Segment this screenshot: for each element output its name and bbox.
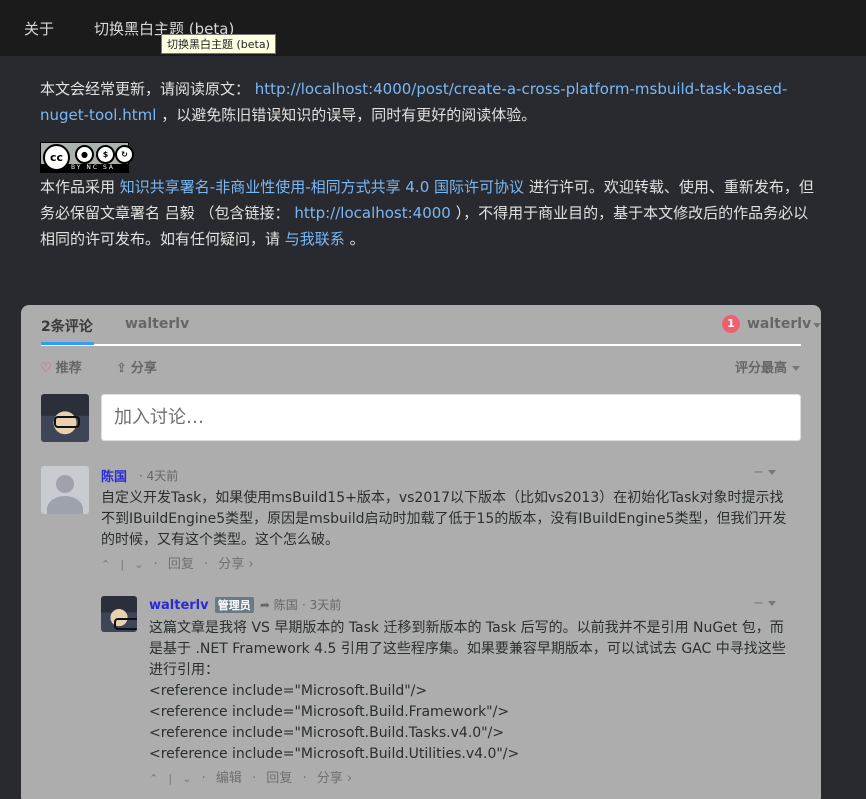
cc-nc-icon: $ <box>96 145 115 164</box>
recommend-button[interactable]: ♡ 推荐 <box>40 357 82 376</box>
comment-author[interactable]: walterlv <box>149 598 209 613</box>
cc-license-badge[interactable]: cc ● $ ↻ BY NC SA <box>40 142 134 173</box>
upvote-icon[interactable]: ⌃ <box>101 558 110 571</box>
recommend-label: 推荐 <box>55 361 82 376</box>
comment-time[interactable]: · 3天前 <box>302 598 341 612</box>
cc-badge-labels: BY NC SA <box>71 164 115 171</box>
current-user-avatar[interactable] <box>41 394 89 442</box>
license-link[interactable]: 知识共享署名-非商业性使用-相同方式共享 4.0 国际许可协议 <box>120 178 524 196</box>
license-end: 。 <box>349 230 365 248</box>
user-menu[interactable]: walterlv <box>747 316 811 332</box>
license-text: 本作品采用 知识共享署名-非商业性使用-相同方式共享 4.0 国际许可协议 进行… <box>40 174 820 252</box>
comment-body: 自定义开发Task，如果使用msBuild15+版本，vs2017以下版本（比如… <box>101 490 787 548</box>
code-line: <reference include="Microsoft.Build.Util… <box>149 746 520 762</box>
author-url-link[interactable]: http://localhost:4000 <box>294 204 451 222</box>
comment-input[interactable] <box>102 395 800 440</box>
nav-about-link[interactable]: 关于 <box>24 18 54 39</box>
comment-time[interactable]: · 4天前 <box>139 467 178 484</box>
share-comment-button[interactable]: 分享 › <box>317 771 352 786</box>
collapse-button[interactable]: − <box>753 465 777 480</box>
notice-suffix: ，以避免陈旧错误知识的误导，同时有更好的阅读体验。 <box>161 106 537 124</box>
edit-button[interactable]: 编辑 <box>216 771 242 786</box>
reply-header: walterlv 管理员 ➦ 陈国 · 3天前 <box>149 596 341 613</box>
share-icon: ⇪ <box>116 361 127 376</box>
collapse-button[interactable]: − <box>753 596 777 611</box>
comments-tabs: 2条评论 walterlv 1 walterlv <box>41 305 821 346</box>
sort-dropdown[interactable]: 评分最高 <box>735 357 800 376</box>
license-prefix: 本作品采用 <box>40 178 116 196</box>
reply-to[interactable]: ➦ 陈国 <box>260 598 298 612</box>
cc-sa-icon: ↻ <box>115 145 134 164</box>
notification-badge[interactable]: 1 <box>722 315 740 333</box>
avatar[interactable] <box>41 466 89 514</box>
downvote-icon[interactable]: ⌄ <box>134 558 143 571</box>
divider: | <box>120 558 125 571</box>
code-line: <reference include="Microsoft.Build.Task… <box>149 725 505 741</box>
share-comment-button[interactable]: 分享 › <box>218 557 253 572</box>
active-tab-indicator <box>41 342 94 345</box>
tab-comment-count[interactable]: 2条评论 <box>41 316 93 336</box>
chevron-down-icon[interactable] <box>813 323 821 328</box>
share-button[interactable]: ⇪ 分享 <box>116 357 157 376</box>
sort-label: 评分最高 <box>735 361 788 376</box>
notice-prefix: 本文会经常更新，请阅读原文： <box>40 80 251 98</box>
comments-panel: 2条评论 walterlv 1 walterlv ♡推荐 ⇪分享 评分最高 陈国… <box>21 305 821 799</box>
edit-dot: · <box>201 771 206 786</box>
reply-button[interactable]: 回复 <box>266 771 292 786</box>
comment-paragraph: 这篇文章是我将 VS 早期版本的 Task 迁移到新版本的 Task 后写的。以… <box>149 620 786 678</box>
comment-actions: ⌃ | ⌄ · 编辑 · 回复 · 分享 › <box>149 767 358 786</box>
avatar[interactable] <box>101 596 137 632</box>
update-notice: 本文会经常更新，请阅读原文： http://localhost:4000/pos… <box>40 76 820 128</box>
code-line: <reference include="Microsoft.Build.Fram… <box>149 704 510 720</box>
divider: | <box>168 772 173 785</box>
cc-by-icon: ● <box>75 145 94 164</box>
share-label: 分享 <box>130 361 157 376</box>
share-dot: · <box>302 771 307 786</box>
reply-dot: · <box>252 771 257 786</box>
comment-body: 这篇文章是我将 VS 早期版本的 Task 迁移到新版本的 Task 后写的。以… <box>149 618 789 765</box>
top-nav: 关于 切换黑白主题 (beta) 切换黑白主题 (beta) <box>0 0 866 56</box>
reply-button[interactable]: 回复 <box>168 557 194 572</box>
comment-input-box[interactable] <box>101 394 801 441</box>
cc-icon: cc <box>43 144 70 171</box>
reply-dot: · <box>153 557 158 572</box>
reply-dot: · <box>204 557 209 572</box>
moderator-badge: 管理员 <box>214 597 254 613</box>
comment-author[interactable]: 陈国 <box>101 466 127 485</box>
arrow-right-icon: ➦ <box>259 598 270 612</box>
upvote-icon[interactable]: ⌃ <box>149 772 158 785</box>
heart-icon: ♡ <box>40 361 52 376</box>
contact-link[interactable]: 与我联系 <box>285 230 345 248</box>
chevron-down-icon <box>791 366 800 371</box>
downvote-icon[interactable]: ⌄ <box>182 772 191 785</box>
tab-site-name[interactable]: walterlv <box>125 316 189 332</box>
theme-toggle-tooltip: 切换黑白主题 (beta) <box>161 34 276 54</box>
comment-actions: ⌃ | ⌄ · 回复 · 分享 › <box>101 553 260 572</box>
code-line: <reference include="Microsoft.Build"/> <box>149 683 428 699</box>
